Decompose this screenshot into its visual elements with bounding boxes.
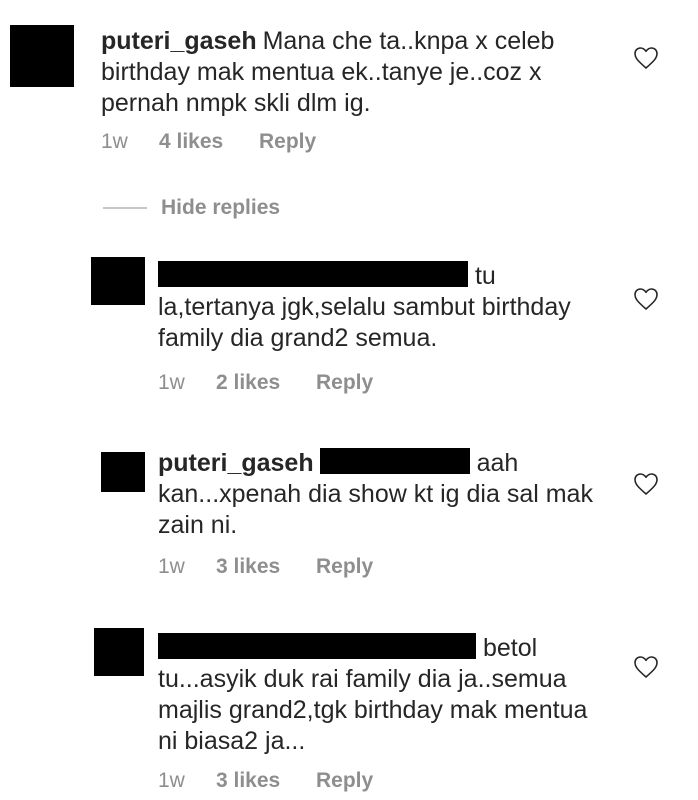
comment-likes[interactable]: 4 likes bbox=[159, 130, 259, 154]
reply-time: 1w bbox=[158, 769, 185, 792]
reply-button[interactable]: Reply bbox=[316, 769, 373, 793]
avatar[interactable] bbox=[91, 257, 145, 305]
comment-reply-button[interactable]: Reply bbox=[259, 130, 316, 154]
heart-outline-icon[interactable] bbox=[633, 46, 659, 70]
reply-username[interactable]: puteri_gaseh bbox=[158, 449, 314, 477]
reply-likes[interactable]: 2 likes bbox=[216, 371, 316, 395]
reply-meta: 1w 2 likes Reply bbox=[158, 371, 373, 395]
reply-body: puteri_gaseh aah kan...xpenah dia show k… bbox=[158, 448, 598, 541]
comment-meta: 1w 4 likes Reply bbox=[101, 130, 316, 154]
divider bbox=[103, 207, 147, 209]
heart-outline-icon[interactable] bbox=[633, 655, 659, 679]
heart-outline-icon[interactable] bbox=[633, 472, 659, 496]
comment-time: 1w bbox=[101, 130, 128, 153]
reply-meta: 1w 3 likes Reply bbox=[158, 555, 373, 579]
reply-button[interactable]: Reply bbox=[316, 371, 373, 395]
reply-button[interactable]: Reply bbox=[316, 555, 373, 579]
comment-body: puteri_gaseh Mana che ta..knpa x celeb bi… bbox=[101, 26, 601, 119]
reply-likes[interactable]: 3 likes bbox=[216, 769, 316, 793]
heart-outline-icon[interactable] bbox=[633, 287, 659, 311]
hide-replies-label: Hide replies bbox=[161, 196, 281, 219]
hide-replies-toggle[interactable]: Hide replies bbox=[103, 196, 280, 220]
comment-username[interactable]: puteri_gaseh bbox=[101, 27, 257, 55]
reply-body: betol tu...asyik duk rai family dia ja..… bbox=[158, 633, 603, 757]
reply-likes[interactable]: 3 likes bbox=[216, 555, 316, 579]
avatar[interactable] bbox=[94, 628, 144, 676]
reply-time: 1w bbox=[158, 371, 185, 394]
redacted-mention bbox=[319, 448, 470, 474]
avatar[interactable] bbox=[101, 452, 145, 492]
redacted-username bbox=[158, 633, 476, 659]
reply-meta: 1w 3 likes Reply bbox=[158, 769, 373, 793]
reply-body: tu la,tertanya jgk,selalu sambut birthda… bbox=[158, 261, 598, 354]
redacted-username bbox=[158, 261, 468, 287]
reply-time: 1w bbox=[158, 555, 185, 578]
avatar[interactable] bbox=[10, 25, 74, 87]
